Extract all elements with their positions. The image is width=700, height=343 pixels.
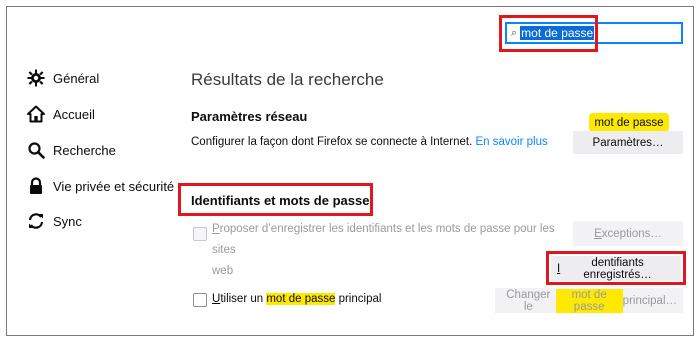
search-match-tooltip: mot de passe [589,113,669,137]
magnifier-icon [26,140,46,160]
offer-save-text-line2: web [212,265,234,277]
home-icon [26,104,46,124]
sidebar-item-sync[interactable]: Sync [26,211,82,231]
annotation-logins-title [178,183,373,216]
page-title: Résultats de la recherche [191,70,384,89]
sidebar-item-privacy[interactable]: Vie privée et sécurité [26,176,174,196]
exceptions-label: xceptions… [601,227,662,240]
change-password-pre: Changer le [506,288,551,313]
offer-save-text: roposer d’enregistrer les identifiants e… [212,223,555,256]
sidebar-item-label: Vie privée et sécurité [53,178,175,194]
sidebar-item-label: Sync [53,213,82,229]
master-password-label: Utiliser un mot de passe principal [212,293,381,305]
sidebar-item-search[interactable]: Recherche [26,140,116,160]
network-description-text: Configurer la façon dont Firefox se conn… [191,136,473,148]
sidebar-item-label: Accueil [53,106,95,122]
lock-icon [26,176,46,196]
sidebar-item-label: Général [53,70,100,86]
master-password-text-post: principal [335,293,382,305]
gear-icon [26,68,46,88]
network-settings-button[interactable]: Paramètres… [573,131,683,154]
preferences-window [6,6,694,336]
learn-more-link[interactable]: En savoir plus [475,136,547,148]
sidebar-item-home[interactable]: Accueil [26,104,95,124]
change-password-post: principal… [622,294,677,307]
change-master-password-button[interactable]: Changer le mot de passe principal… [495,288,683,313]
exceptions-button[interactable]: Exceptions… [573,221,683,246]
sidebar-item-general[interactable]: Général [26,68,99,88]
annotation-search-box [499,15,598,52]
exceptions-accesskey: E [594,227,602,240]
change-password-highlight: mot de passe [555,288,623,313]
network-section-title: Paramètres réseau [191,109,308,124]
offer-save-checkbox[interactable] [193,227,207,241]
annotation-saved-logins [546,251,686,285]
sidebar-item-label: Recherche [53,142,116,158]
master-password-text-pre: tiliser un [220,293,267,305]
network-description: Configurer la façon dont Firefox se conn… [191,136,548,148]
sync-icon [26,211,46,231]
master-password-checkbox[interactable] [193,293,207,307]
offer-save-label: Proposer d’enregistrer les identifiants … [212,219,572,282]
master-password-highlight: mot de passe [266,293,336,305]
offer-save-accesskey: P [212,223,220,235]
